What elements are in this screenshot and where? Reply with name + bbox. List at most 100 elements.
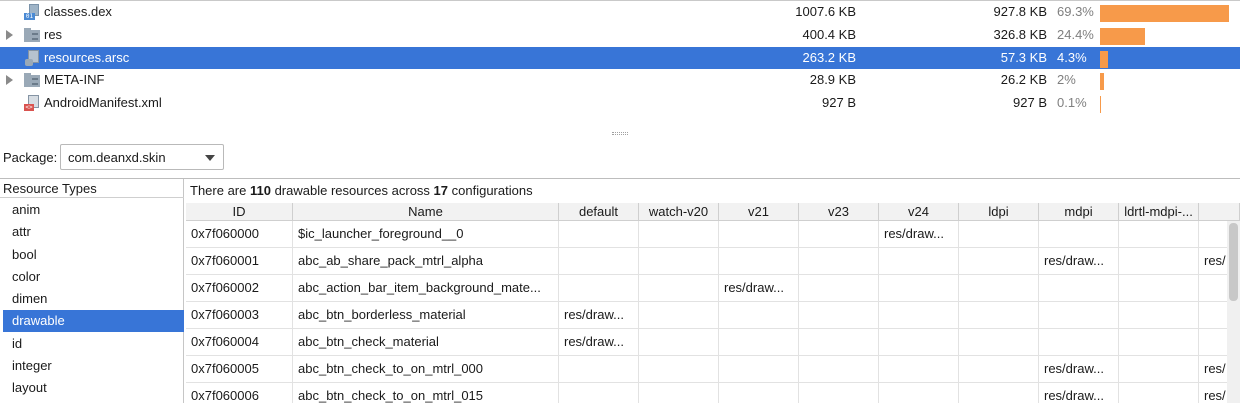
resource-config-cell[interactable] bbox=[1119, 383, 1199, 403]
scrollbar-thumb[interactable] bbox=[1229, 223, 1238, 301]
resource-config-cell[interactable] bbox=[719, 329, 799, 356]
column-header[interactable]: v23 bbox=[799, 203, 879, 221]
resource-type-item[interactable]: attr bbox=[3, 221, 184, 243]
file-row[interactable]: META-INF 28.9 KB 26.2 KB 2% bbox=[0, 69, 1240, 91]
column-header[interactable] bbox=[1199, 203, 1240, 221]
resource-type-item[interactable]: layout bbox=[3, 377, 184, 399]
resource-id-cell[interactable]: 0x7f060001 bbox=[186, 248, 293, 275]
resource-config-cell[interactable]: res/draw... bbox=[1039, 248, 1119, 275]
resource-config-cell[interactable] bbox=[879, 356, 959, 383]
resource-config-cell[interactable] bbox=[719, 356, 799, 383]
resource-config-cell[interactable] bbox=[639, 383, 719, 403]
column-header[interactable]: default bbox=[559, 203, 639, 221]
resource-config-cell[interactable] bbox=[559, 356, 639, 383]
column-header[interactable]: v24 bbox=[879, 203, 959, 221]
resource-config-cell[interactable] bbox=[559, 383, 639, 403]
resource-config-cell[interactable] bbox=[879, 275, 959, 302]
resource-config-cell[interactable] bbox=[639, 275, 719, 302]
resource-type-item[interactable]: dimen bbox=[3, 288, 184, 310]
column-header[interactable]: ID bbox=[186, 203, 293, 221]
column-header[interactable]: watch-v20 bbox=[639, 203, 719, 221]
resource-id-cell[interactable]: 0x7f060005 bbox=[186, 356, 293, 383]
resource-config-cell[interactable]: res/draw... bbox=[719, 275, 799, 302]
resource-config-cell[interactable] bbox=[959, 383, 1039, 403]
resource-config-cell[interactable] bbox=[559, 221, 639, 248]
file-row[interactable]: 01 classes.dex 1007.6 KB 927.8 KB 69.3% bbox=[0, 1, 1240, 23]
resource-config-cell[interactable] bbox=[559, 275, 639, 302]
resource-config-cell[interactable] bbox=[879, 383, 959, 403]
resource-config-cell[interactable] bbox=[879, 248, 959, 275]
column-header[interactable]: ldrtl-mdpi-... bbox=[1119, 203, 1199, 221]
resource-name-cell[interactable]: abc_btn_check_to_on_mtrl_015 bbox=[293, 383, 559, 403]
resource-config-cell[interactable] bbox=[559, 248, 639, 275]
resource-type-item[interactable]: id bbox=[3, 333, 184, 355]
resource-config-cell[interactable]: res/draw... bbox=[559, 329, 639, 356]
resource-config-cell[interactable] bbox=[1119, 302, 1199, 329]
resource-config-cell[interactable] bbox=[719, 383, 799, 403]
resource-config-cell[interactable]: res/draw... bbox=[559, 302, 639, 329]
resource-config-cell[interactable] bbox=[959, 329, 1039, 356]
resource-config-cell[interactable] bbox=[799, 329, 879, 356]
resource-config-cell[interactable] bbox=[1039, 275, 1119, 302]
resource-config-cell[interactable] bbox=[1119, 248, 1199, 275]
resource-name-cell[interactable]: abc_btn_borderless_material bbox=[293, 302, 559, 329]
column-header[interactable]: mdpi bbox=[1039, 203, 1119, 221]
resource-id-cell[interactable]: 0x7f060004 bbox=[186, 329, 293, 356]
resource-config-cell[interactable] bbox=[719, 248, 799, 275]
resource-config-cell[interactable] bbox=[879, 302, 959, 329]
resource-type-item[interactable]: integer bbox=[3, 355, 184, 377]
resource-config-cell[interactable] bbox=[799, 356, 879, 383]
resource-config-cell[interactable] bbox=[719, 221, 799, 248]
panel-splitter[interactable] bbox=[0, 128, 1240, 138]
resource-config-cell[interactable]: res/draw... bbox=[1039, 356, 1119, 383]
resource-type-item[interactable]: anim bbox=[3, 199, 184, 221]
resource-config-cell[interactable] bbox=[959, 275, 1039, 302]
resource-config-cell[interactable] bbox=[799, 248, 879, 275]
resource-name-cell[interactable]: abc_btn_check_to_on_mtrl_000 bbox=[293, 356, 559, 383]
resource-id-cell[interactable]: 0x7f060003 bbox=[186, 302, 293, 329]
resource-name-cell[interactable]: abc_btn_check_material bbox=[293, 329, 559, 356]
resource-id-cell[interactable]: 0x7f060002 bbox=[186, 275, 293, 302]
file-row[interactable]: res 400.4 KB 326.8 KB 24.4% bbox=[0, 24, 1240, 46]
resource-config-cell[interactable] bbox=[799, 302, 879, 329]
resource-config-cell[interactable] bbox=[1039, 221, 1119, 248]
package-dropdown[interactable]: com.deanxd.skin bbox=[60, 144, 224, 170]
column-header[interactable]: ldpi bbox=[959, 203, 1039, 221]
resource-config-cell[interactable] bbox=[799, 383, 879, 403]
resource-config-cell[interactable]: res/draw... bbox=[879, 221, 959, 248]
file-row[interactable]: <> AndroidManifest.xml 927 B 927 B 0.1% bbox=[0, 92, 1240, 114]
resource-config-cell[interactable] bbox=[639, 302, 719, 329]
resource-config-cell[interactable] bbox=[959, 302, 1039, 329]
resource-config-cell[interactable] bbox=[1119, 275, 1199, 302]
splitter-grip-icon[interactable] bbox=[612, 132, 628, 135]
resource-type-item[interactable]: color bbox=[3, 266, 184, 288]
file-row[interactable]: resources.arsc 263.2 KB 57.3 KB 4.3% bbox=[0, 47, 1240, 69]
resource-id-cell[interactable]: 0x7f060006 bbox=[186, 383, 293, 403]
resource-config-cell[interactable] bbox=[1039, 329, 1119, 356]
resource-type-item[interactable]: bool bbox=[3, 244, 184, 266]
resource-config-cell[interactable] bbox=[1039, 302, 1119, 329]
resource-config-cell[interactable] bbox=[639, 248, 719, 275]
resource-config-cell[interactable] bbox=[799, 275, 879, 302]
column-header[interactable]: v21 bbox=[719, 203, 799, 221]
resource-config-cell[interactable] bbox=[879, 329, 959, 356]
resource-config-cell[interactable] bbox=[639, 221, 719, 248]
resource-config-cell[interactable] bbox=[959, 356, 1039, 383]
resource-config-cell[interactable] bbox=[639, 356, 719, 383]
expand-arrow-icon[interactable] bbox=[6, 30, 13, 40]
resource-name-cell[interactable]: abc_ab_share_pack_mtrl_alpha bbox=[293, 248, 559, 275]
resource-config-cell[interactable] bbox=[799, 221, 879, 248]
resource-type-item[interactable]: drawable bbox=[3, 310, 184, 332]
resource-config-cell[interactable] bbox=[1119, 329, 1199, 356]
resource-id-cell[interactable]: 0x7f060000 bbox=[186, 221, 293, 248]
resource-config-cell[interactable] bbox=[719, 302, 799, 329]
expand-arrow-icon[interactable] bbox=[6, 75, 13, 85]
resource-name-cell[interactable]: abc_action_bar_item_background_mate... bbox=[293, 275, 559, 302]
resource-name-cell[interactable]: $ic_launcher_foreground__0 bbox=[293, 221, 559, 248]
resource-config-cell[interactable] bbox=[1119, 356, 1199, 383]
vertical-scrollbar[interactable] bbox=[1227, 221, 1240, 403]
column-header[interactable]: Name bbox=[293, 203, 559, 221]
resource-config-cell[interactable] bbox=[959, 248, 1039, 275]
resource-config-cell[interactable] bbox=[639, 329, 719, 356]
resource-config-cell[interactable]: res/draw... bbox=[1039, 383, 1119, 403]
